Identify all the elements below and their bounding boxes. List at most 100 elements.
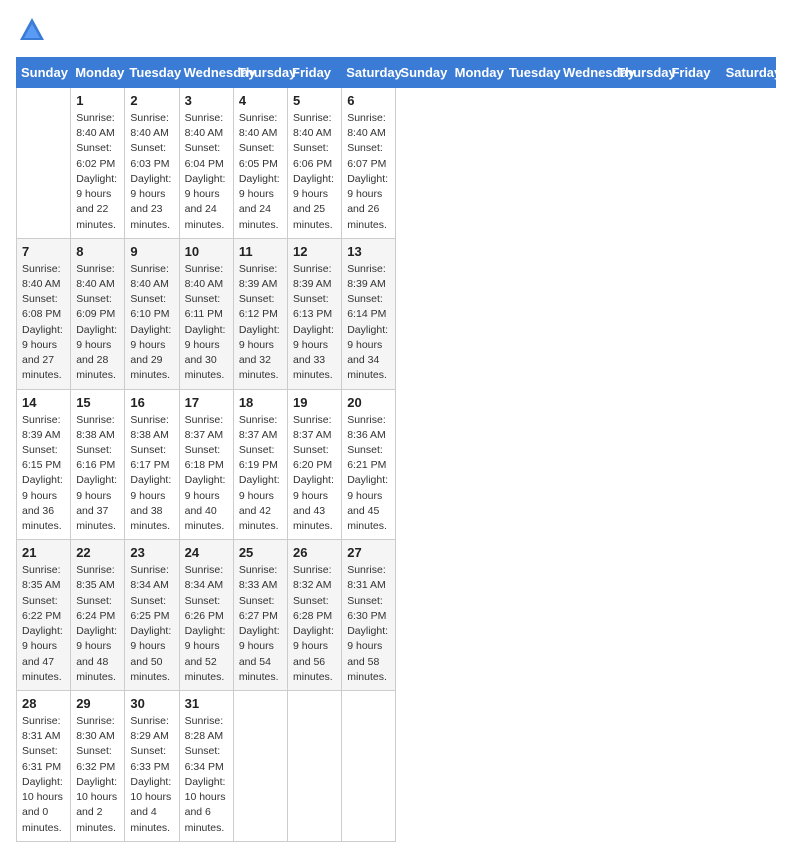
calendar-cell: 22 Sunrise: 8:35 AMSunset: 6:24 PMDayligh… [71, 540, 125, 691]
calendar-cell: 27Sunrise: 8:31 AMSunset: 6:30 PMDayligh… [342, 540, 396, 691]
logo-wordmark [16, 16, 46, 49]
day-info: Sunrise: 8:29 AMSunset: 6:33 PMDaylight:… [130, 714, 173, 836]
day-info: Sunrise: 8:34 AMSunset: 6:26 PMDaylight:… [185, 563, 228, 685]
calendar-cell [233, 691, 287, 842]
calendar-cell: 6 Sunrise: 8:40 AMSunset: 6:07 PMDaylight… [342, 88, 396, 239]
day-info: Sunrise: 8:37 AMSunset: 6:20 PMDaylight:… [293, 413, 336, 535]
day-number: 25 [239, 545, 282, 560]
calendar-cell: 16 Sunrise: 8:38 AMSunset: 6:17 PMDayligh… [125, 389, 179, 540]
calendar-cell: 30 Sunrise: 8:29 AMSunset: 6:33 PMDayligh… [125, 691, 179, 842]
day-info: Sunrise: 8:39 AMSunset: 6:14 PMDaylight:… [347, 262, 390, 384]
day-info: Sunrise: 8:39 AMSunset: 6:12 PMDaylight:… [239, 262, 282, 384]
day-number: 12 [293, 244, 336, 259]
calendar-week-row: 14 Sunrise: 8:39 AMSunset: 6:15 PMDayligh… [17, 389, 776, 540]
day-info: Sunrise: 8:40 AMSunset: 6:07 PMDaylight:… [347, 111, 390, 233]
page-header [16, 16, 776, 49]
day-number: 20 [347, 395, 390, 410]
day-number: 7 [22, 244, 65, 259]
weekday-header: Monday [71, 58, 125, 88]
calendar-cell: 26 Sunrise: 8:32 AMSunset: 6:28 PMDayligh… [288, 540, 342, 691]
weekday-header: Thursday [233, 58, 287, 88]
day-number: 19 [293, 395, 336, 410]
day-number: 18 [239, 395, 282, 410]
calendar-cell: 7 Sunrise: 8:40 AMSunset: 6:08 PMDaylight… [17, 238, 71, 389]
day-info: Sunrise: 8:32 AMSunset: 6:28 PMDaylight:… [293, 563, 336, 685]
day-info: Sunrise: 8:39 AMSunset: 6:15 PMDaylight:… [22, 413, 65, 535]
day-info: Sunrise: 8:40 AMSunset: 6:06 PMDaylight:… [293, 111, 336, 233]
day-number: 13 [347, 244, 390, 259]
calendar-cell: 11 Sunrise: 8:39 AMSunset: 6:12 PMDayligh… [233, 238, 287, 389]
day-info: Sunrise: 8:38 AMSunset: 6:16 PMDaylight:… [76, 413, 119, 535]
calendar-cell: 4 Sunrise: 8:40 AMSunset: 6:05 PMDaylight… [233, 88, 287, 239]
calendar-cell: 29 Sunrise: 8:30 AMSunset: 6:32 PMDayligh… [71, 691, 125, 842]
calendar-cell: 3Sunrise: 8:40 AMSunset: 6:04 PMDaylight… [179, 88, 233, 239]
day-number: 22 [76, 545, 119, 560]
calendar-cell: 12 Sunrise: 8:39 AMSunset: 6:13 PMDayligh… [288, 238, 342, 389]
day-info: Sunrise: 8:30 AMSunset: 6:32 PMDaylight:… [76, 714, 119, 836]
day-info: Sunrise: 8:39 AMSunset: 6:13 PMDaylight:… [293, 262, 336, 384]
calendar-table: SundayMondayTuesdayWednesdayThursdayFrid… [16, 57, 776, 842]
calendar-week-row: 28 Sunrise: 8:31 AMSunset: 6:31 PMDayligh… [17, 691, 776, 842]
weekday-header: Wednesday [559, 58, 613, 88]
calendar-cell: 17 Sunrise: 8:37 AMSunset: 6:18 PMDayligh… [179, 389, 233, 540]
day-info: Sunrise: 8:37 AMSunset: 6:18 PMDaylight:… [185, 413, 228, 535]
calendar-cell: 20 Sunrise: 8:36 AMSunset: 6:21 PMDayligh… [342, 389, 396, 540]
calendar-cell: 21 Sunrise: 8:35 AMSunset: 6:22 PMDayligh… [17, 540, 71, 691]
logo [16, 16, 46, 49]
day-number: 28 [22, 696, 65, 711]
calendar-cell: 8 Sunrise: 8:40 AMSunset: 6:09 PMDaylight… [71, 238, 125, 389]
day-number: 31 [185, 696, 228, 711]
day-info: Sunrise: 8:36 AMSunset: 6:21 PMDaylight:… [347, 413, 390, 535]
day-info: Sunrise: 8:40 AMSunset: 6:03 PMDaylight:… [130, 111, 173, 233]
day-number: 30 [130, 696, 173, 711]
day-info: Sunrise: 8:40 AMSunset: 6:02 PMDaylight:… [76, 111, 119, 233]
calendar-cell: 24 Sunrise: 8:34 AMSunset: 6:26 PMDayligh… [179, 540, 233, 691]
day-number: 6 [347, 93, 390, 108]
day-info: Sunrise: 8:40 AMSunset: 6:10 PMDaylight:… [130, 262, 173, 384]
day-number: 17 [185, 395, 228, 410]
calendar-cell: 23 Sunrise: 8:34 AMSunset: 6:25 PMDayligh… [125, 540, 179, 691]
day-number: 29 [76, 696, 119, 711]
day-number: 21 [22, 545, 65, 560]
calendar-cell: 28 Sunrise: 8:31 AMSunset: 6:31 PMDayligh… [17, 691, 71, 842]
day-number: 4 [239, 93, 282, 108]
day-info: Sunrise: 8:38 AMSunset: 6:17 PMDaylight:… [130, 413, 173, 535]
day-number: 14 [22, 395, 65, 410]
weekday-header: Sunday [396, 58, 450, 88]
day-info: Sunrise: 8:34 AMSunset: 6:25 PMDaylight:… [130, 563, 173, 685]
day-number: 16 [130, 395, 173, 410]
day-info: Sunrise: 8:37 AMSunset: 6:19 PMDaylight:… [239, 413, 282, 535]
day-info: Sunrise: 8:35 AMSunset: 6:24 PMDaylight:… [76, 563, 119, 685]
day-info: Sunrise: 8:35 AMSunset: 6:22 PMDaylight:… [22, 563, 65, 685]
day-number: 26 [293, 545, 336, 560]
day-number: 5 [293, 93, 336, 108]
day-info: Sunrise: 8:40 AMSunset: 6:08 PMDaylight:… [22, 262, 65, 384]
weekday-header: Saturday [721, 58, 775, 88]
day-info: Sunrise: 8:31 AMSunset: 6:31 PMDaylight:… [22, 714, 65, 836]
day-number: 24 [185, 545, 228, 560]
day-info: Sunrise: 8:40 AMSunset: 6:11 PMDaylight:… [185, 262, 228, 384]
weekday-header: Wednesday [179, 58, 233, 88]
calendar-cell: 14 Sunrise: 8:39 AMSunset: 6:15 PMDayligh… [17, 389, 71, 540]
weekday-header: Monday [450, 58, 504, 88]
day-number: 2 [130, 93, 173, 108]
calendar-cell: 25 Sunrise: 8:33 AMSunset: 6:27 PMDayligh… [233, 540, 287, 691]
calendar-cell: 1Sunrise: 8:40 AMSunset: 6:02 PMDaylight… [71, 88, 125, 239]
calendar-week-row: 21 Sunrise: 8:35 AMSunset: 6:22 PMDayligh… [17, 540, 776, 691]
day-info: Sunrise: 8:33 AMSunset: 6:27 PMDaylight:… [239, 563, 282, 685]
logo-icon [18, 16, 46, 44]
day-number: 23 [130, 545, 173, 560]
calendar-cell: 13 Sunrise: 8:39 AMSunset: 6:14 PMDayligh… [342, 238, 396, 389]
weekday-header: Tuesday [504, 58, 558, 88]
day-number: 11 [239, 244, 282, 259]
calendar-cell [17, 88, 71, 239]
calendar-cell: 31Sunrise: 8:28 AMSunset: 6:34 PMDayligh… [179, 691, 233, 842]
day-info: Sunrise: 8:31 AMSunset: 6:30 PMDaylight:… [347, 563, 390, 685]
day-number: 8 [76, 244, 119, 259]
day-info: Sunrise: 8:40 AMSunset: 6:09 PMDaylight:… [76, 262, 119, 384]
calendar-cell [288, 691, 342, 842]
calendar-cell: 15Sunrise: 8:38 AMSunset: 6:16 PMDayligh… [71, 389, 125, 540]
calendar-cell: 2 Sunrise: 8:40 AMSunset: 6:03 PMDaylight… [125, 88, 179, 239]
day-info: Sunrise: 8:40 AMSunset: 6:05 PMDaylight:… [239, 111, 282, 233]
day-number: 10 [185, 244, 228, 259]
